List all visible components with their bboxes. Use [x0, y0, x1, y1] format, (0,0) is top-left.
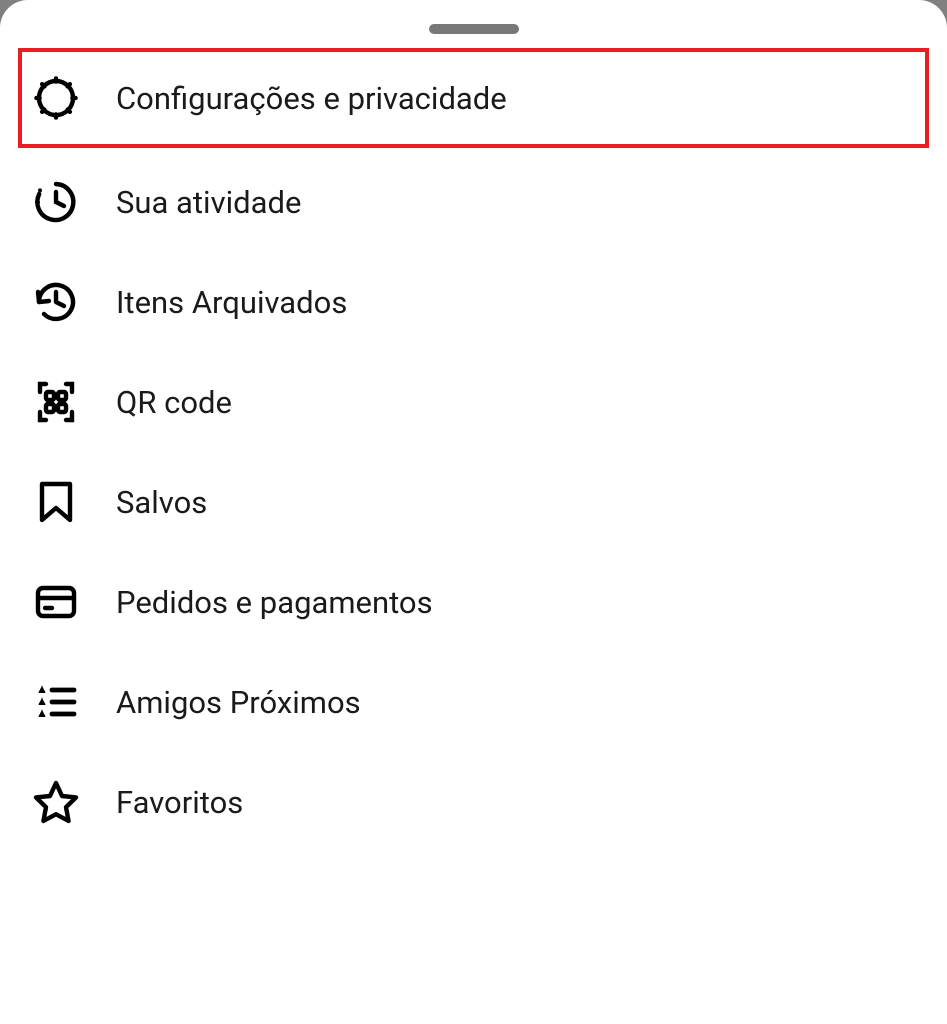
bookmark-icon	[32, 478, 80, 526]
credit-card-icon	[32, 578, 80, 626]
drag-handle[interactable]	[429, 24, 519, 34]
menu-item-label: Amigos Próximos	[116, 684, 361, 721]
menu-item-your-activity[interactable]: Sua atividade	[18, 152, 929, 252]
menu-item-label: Favoritos	[116, 784, 243, 821]
activity-icon	[32, 178, 80, 226]
menu-item-settings-privacy[interactable]: Configurações e privacidade	[18, 48, 929, 148]
gear-icon	[32, 74, 80, 122]
menu-item-label: Configurações e privacidade	[116, 80, 507, 117]
star-icon	[32, 778, 80, 826]
menu-item-label: Pedidos e pagamentos	[116, 584, 433, 621]
archive-icon	[32, 278, 80, 326]
bottom-sheet: Configurações e privacidade Sua atividad…	[0, 0, 947, 1024]
menu-item-label: Itens Arquivados	[116, 284, 347, 321]
menu-item-qr-code[interactable]: QR code	[18, 352, 929, 452]
menu-item-archived[interactable]: Itens Arquivados	[18, 252, 929, 352]
menu-item-favorites[interactable]: Favoritos	[18, 752, 929, 852]
menu-list: Configurações e privacidade Sua atividad…	[0, 48, 947, 852]
menu-item-close-friends[interactable]: Amigos Próximos	[18, 652, 929, 752]
menu-item-orders-payments[interactable]: Pedidos e pagamentos	[18, 552, 929, 652]
menu-item-label: QR code	[116, 384, 232, 421]
menu-item-label: Sua atividade	[116, 184, 301, 221]
close-friends-icon	[32, 678, 80, 726]
menu-item-label: Salvos	[116, 484, 207, 521]
qr-code-icon	[32, 378, 80, 426]
menu-item-saved[interactable]: Salvos	[18, 452, 929, 552]
